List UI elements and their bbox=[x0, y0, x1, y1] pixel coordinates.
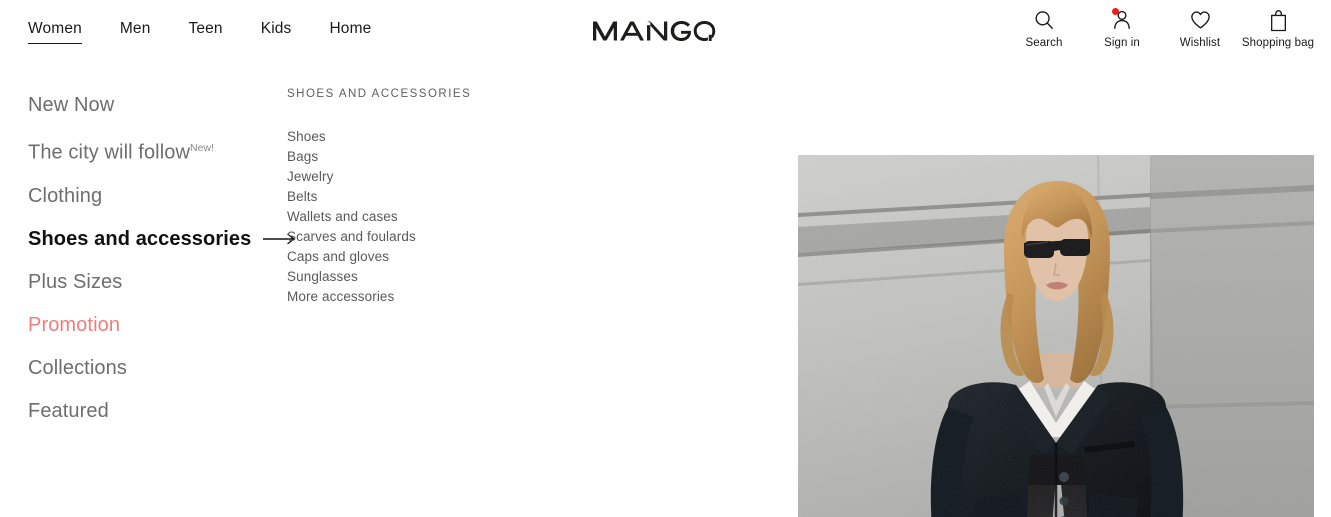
submenu-item-scarves-and-foulards[interactable]: Scarves and foulards bbox=[287, 227, 707, 247]
category-item-label: New Now bbox=[28, 94, 115, 116]
submenu-item-more-accessories[interactable]: More accessories bbox=[287, 287, 707, 307]
primary-nav: Women Men Teen Kids Home bbox=[28, 20, 409, 44]
mango-logo-mark bbox=[592, 21, 715, 41]
header-action-sign-in[interactable]: Sign in bbox=[1083, 8, 1161, 50]
category-item-label: The city will follow bbox=[28, 141, 191, 164]
mango-navigation-page: Women Men Teen Kids Home Search Sign in … bbox=[0, 0, 1331, 517]
submenu-items: Shoes Bags Jewelry Belts Wallets and cases Sc… bbox=[287, 127, 707, 307]
nav-item-teen[interactable]: Teen bbox=[188, 20, 222, 43]
category-item-label: Clothing bbox=[28, 184, 103, 207]
heart-icon bbox=[1189, 8, 1212, 32]
submenu-item-wallets-and-cases[interactable]: Wallets and cases bbox=[287, 207, 707, 227]
promo-image-illustration bbox=[798, 155, 1314, 517]
header-action-label: Wishlist bbox=[1179, 37, 1221, 49]
category-item-clothing[interactable]: Clothing bbox=[28, 185, 278, 207]
mega-menu-panel: New Now The city will followNew! Clothing S… bbox=[0, 62, 1331, 517]
submenu-item-shoes[interactable]: Shoes bbox=[287, 127, 707, 147]
category-item-collections[interactable]: Collections bbox=[28, 357, 278, 379]
category-item-label: Collections bbox=[28, 356, 127, 379]
submenu-column: SHOES AND ACCESSORIES Shoes Bags Jewelry Be… bbox=[287, 87, 707, 307]
notification-dot bbox=[1112, 8, 1119, 15]
site-header: Women Men Teen Kids Home Search Sign in … bbox=[0, 0, 1331, 62]
header-actions: Search Sign in Wishlist Shopping bag bbox=[1005, 8, 1317, 50]
category-item-promotion[interactable]: Promotion bbox=[28, 314, 278, 336]
submenu-item-caps-and-gloves[interactable]: Caps and gloves bbox=[287, 247, 707, 267]
category-item-featured[interactable]: Featured bbox=[28, 400, 278, 422]
promo-image[interactable] bbox=[798, 155, 1314, 517]
submenu-title: SHOES AND ACCESSORIES bbox=[287, 88, 472, 100]
header-action-label: Sign in bbox=[1104, 37, 1140, 49]
user-icon bbox=[1111, 8, 1133, 32]
category-item-plus-sizes[interactable]: Plus Sizes bbox=[28, 271, 278, 293]
shopping-bag-icon bbox=[1268, 8, 1289, 32]
category-item-label: Shoes and accessories bbox=[28, 227, 252, 250]
submenu-item-bags[interactable]: Bags bbox=[287, 147, 707, 167]
header-action-search[interactable]: Search bbox=[1005, 8, 1083, 50]
header-action-label: Shopping bag bbox=[1241, 37, 1315, 49]
category-item-shoes-and-accessories[interactable]: Shoes and accessories bbox=[28, 227, 296, 250]
category-item-label: Plus Sizes bbox=[28, 270, 123, 293]
header-action-wishlist[interactable]: Wishlist bbox=[1161, 8, 1239, 50]
nav-item-kids[interactable]: Kids bbox=[261, 20, 292, 43]
category-item-label: Promotion bbox=[28, 313, 121, 336]
new-badge: New! bbox=[190, 142, 214, 154]
header-action-shopping-bag[interactable]: Shopping bag bbox=[1239, 8, 1317, 50]
category-item-the-city-will-follow[interactable]: The city will followNew! bbox=[28, 137, 278, 164]
nav-item-men[interactable]: Men bbox=[120, 20, 151, 43]
category-item-new-now[interactable]: New Now bbox=[28, 94, 278, 116]
nav-item-women[interactable]: Women bbox=[28, 20, 82, 44]
search-icon bbox=[1033, 8, 1055, 32]
submenu-item-jewelry[interactable]: Jewelry bbox=[287, 167, 707, 187]
submenu-item-sunglasses[interactable]: Sunglasses bbox=[287, 267, 707, 287]
header-action-label: Search bbox=[1025, 37, 1063, 49]
nav-item-home[interactable]: Home bbox=[329, 20, 371, 43]
category-list: New Now The city will followNew! Clothing S… bbox=[28, 94, 296, 443]
submenu-item-belts[interactable]: Belts bbox=[287, 187, 707, 207]
category-item-label: Featured bbox=[28, 399, 109, 422]
